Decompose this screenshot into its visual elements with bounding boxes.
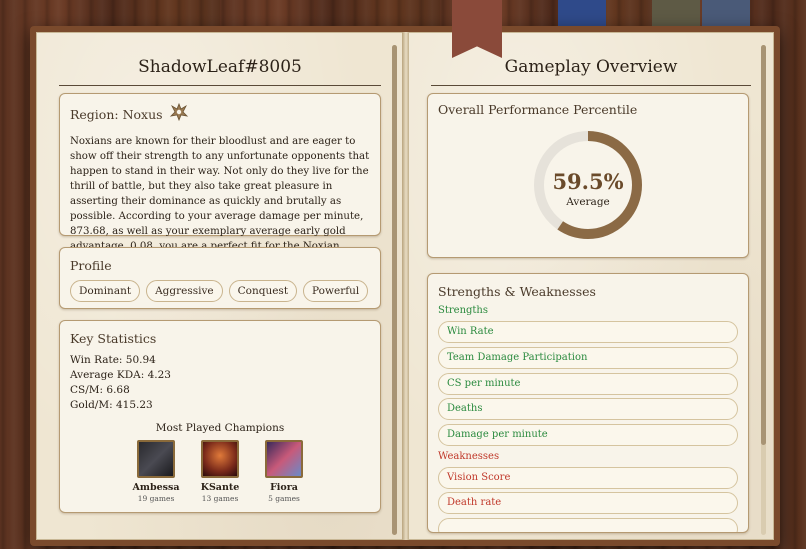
champion-ambessa[interactable]: Ambessa 19 games bbox=[132, 440, 180, 503]
stat-gold-per-minute: Gold/M: 415.23 bbox=[70, 399, 153, 411]
champion-fiora[interactable]: Fiora 5 games bbox=[260, 440, 308, 503]
ksante-portrait bbox=[201, 440, 239, 478]
key-statistics-card: Key Statistics Win Rate: 50.94 Average K… bbox=[59, 320, 381, 513]
weaknesses-label: Weaknesses bbox=[438, 451, 500, 462]
region-card: Region: Noxus Noxians are known for thei… bbox=[59, 93, 381, 267]
strength-item: Damage per minute bbox=[438, 424, 738, 446]
performance-value: 59.5% bbox=[552, 169, 624, 194]
strengths-weaknesses-card: Strengths & Weaknesses Strengths Win Rat… bbox=[427, 273, 749, 533]
strength-item: Team Damage Participation bbox=[438, 347, 738, 369]
profile-tag: Dominant bbox=[70, 280, 141, 302]
profile-card: Profile Dominant Aggressive Conquest Pow… bbox=[59, 247, 381, 309]
weakness-item-partial bbox=[438, 518, 738, 532]
champion-name: KSante bbox=[200, 482, 240, 493]
weakness-item: Death rate bbox=[438, 492, 738, 514]
performance-title: Overall Performance Percentile bbox=[438, 102, 638, 117]
book: ShadowLeaf#8005 Region: Noxus Noxians ar… bbox=[30, 26, 780, 546]
page-title-gameplay: Gameplay Overview bbox=[431, 57, 751, 86]
strength-item: CS per minute bbox=[438, 373, 738, 395]
left-page-scrollbar[interactable] bbox=[392, 45, 397, 535]
right-page-scroll-thumb[interactable] bbox=[761, 45, 766, 445]
strength-item: Deaths bbox=[438, 398, 738, 420]
page-title-summoner: ShadowLeaf#8005 bbox=[59, 57, 381, 86]
profile-tag: Aggressive bbox=[146, 280, 223, 302]
right-page-scrollbar[interactable] bbox=[761, 45, 766, 535]
performance-card: Overall Performance Percentile 59.5% Ave… bbox=[427, 93, 749, 258]
stat-cs-per-minute: CS/M: 6.68 bbox=[70, 384, 130, 396]
stat-average-kda: Average KDA: 4.23 bbox=[70, 369, 171, 381]
profile-tags: Dominant Aggressive Conquest Powerful bbox=[70, 280, 370, 302]
region-title: Region: Noxus bbox=[70, 106, 163, 122]
most-played-title: Most Played Champions bbox=[155, 422, 285, 434]
right-page: Gameplay Overview Overall Performance Pe… bbox=[408, 32, 774, 540]
champion-name: Ambessa bbox=[132, 482, 180, 493]
strength-item: Win Rate bbox=[438, 321, 738, 343]
champion-games: 5 games bbox=[268, 494, 300, 503]
ambessa-portrait bbox=[137, 440, 175, 478]
profile-tag: Powerful bbox=[303, 280, 369, 302]
weakness-item: Vision Score bbox=[438, 467, 738, 489]
strengths-weaknesses-title: Strengths & Weaknesses bbox=[438, 284, 596, 299]
champion-ksante[interactable]: KSante 13 games bbox=[196, 440, 244, 503]
performance-ring: 59.5% Average bbox=[532, 129, 644, 241]
strengths-label: Strengths bbox=[438, 305, 488, 316]
fiora-portrait bbox=[265, 440, 303, 478]
noxus-crest-icon bbox=[169, 102, 189, 126]
champion-list: Ambessa 19 games KSante 13 games Fiora 5… bbox=[70, 440, 370, 503]
champion-games: 13 games bbox=[201, 494, 239, 503]
profile-title: Profile bbox=[70, 258, 112, 273]
stat-win-rate: Win Rate: 50.94 bbox=[70, 354, 156, 366]
profile-tag: Conquest bbox=[228, 280, 298, 302]
champion-name: Fiora bbox=[270, 482, 298, 493]
performance-label: Average bbox=[566, 196, 610, 208]
key-statistics-title: Key Statistics bbox=[70, 331, 157, 346]
left-page-scroll-thumb[interactable] bbox=[392, 45, 397, 535]
champion-games: 19 games bbox=[137, 494, 175, 503]
left-page: ShadowLeaf#8005 Region: Noxus Noxians ar… bbox=[36, 32, 404, 540]
